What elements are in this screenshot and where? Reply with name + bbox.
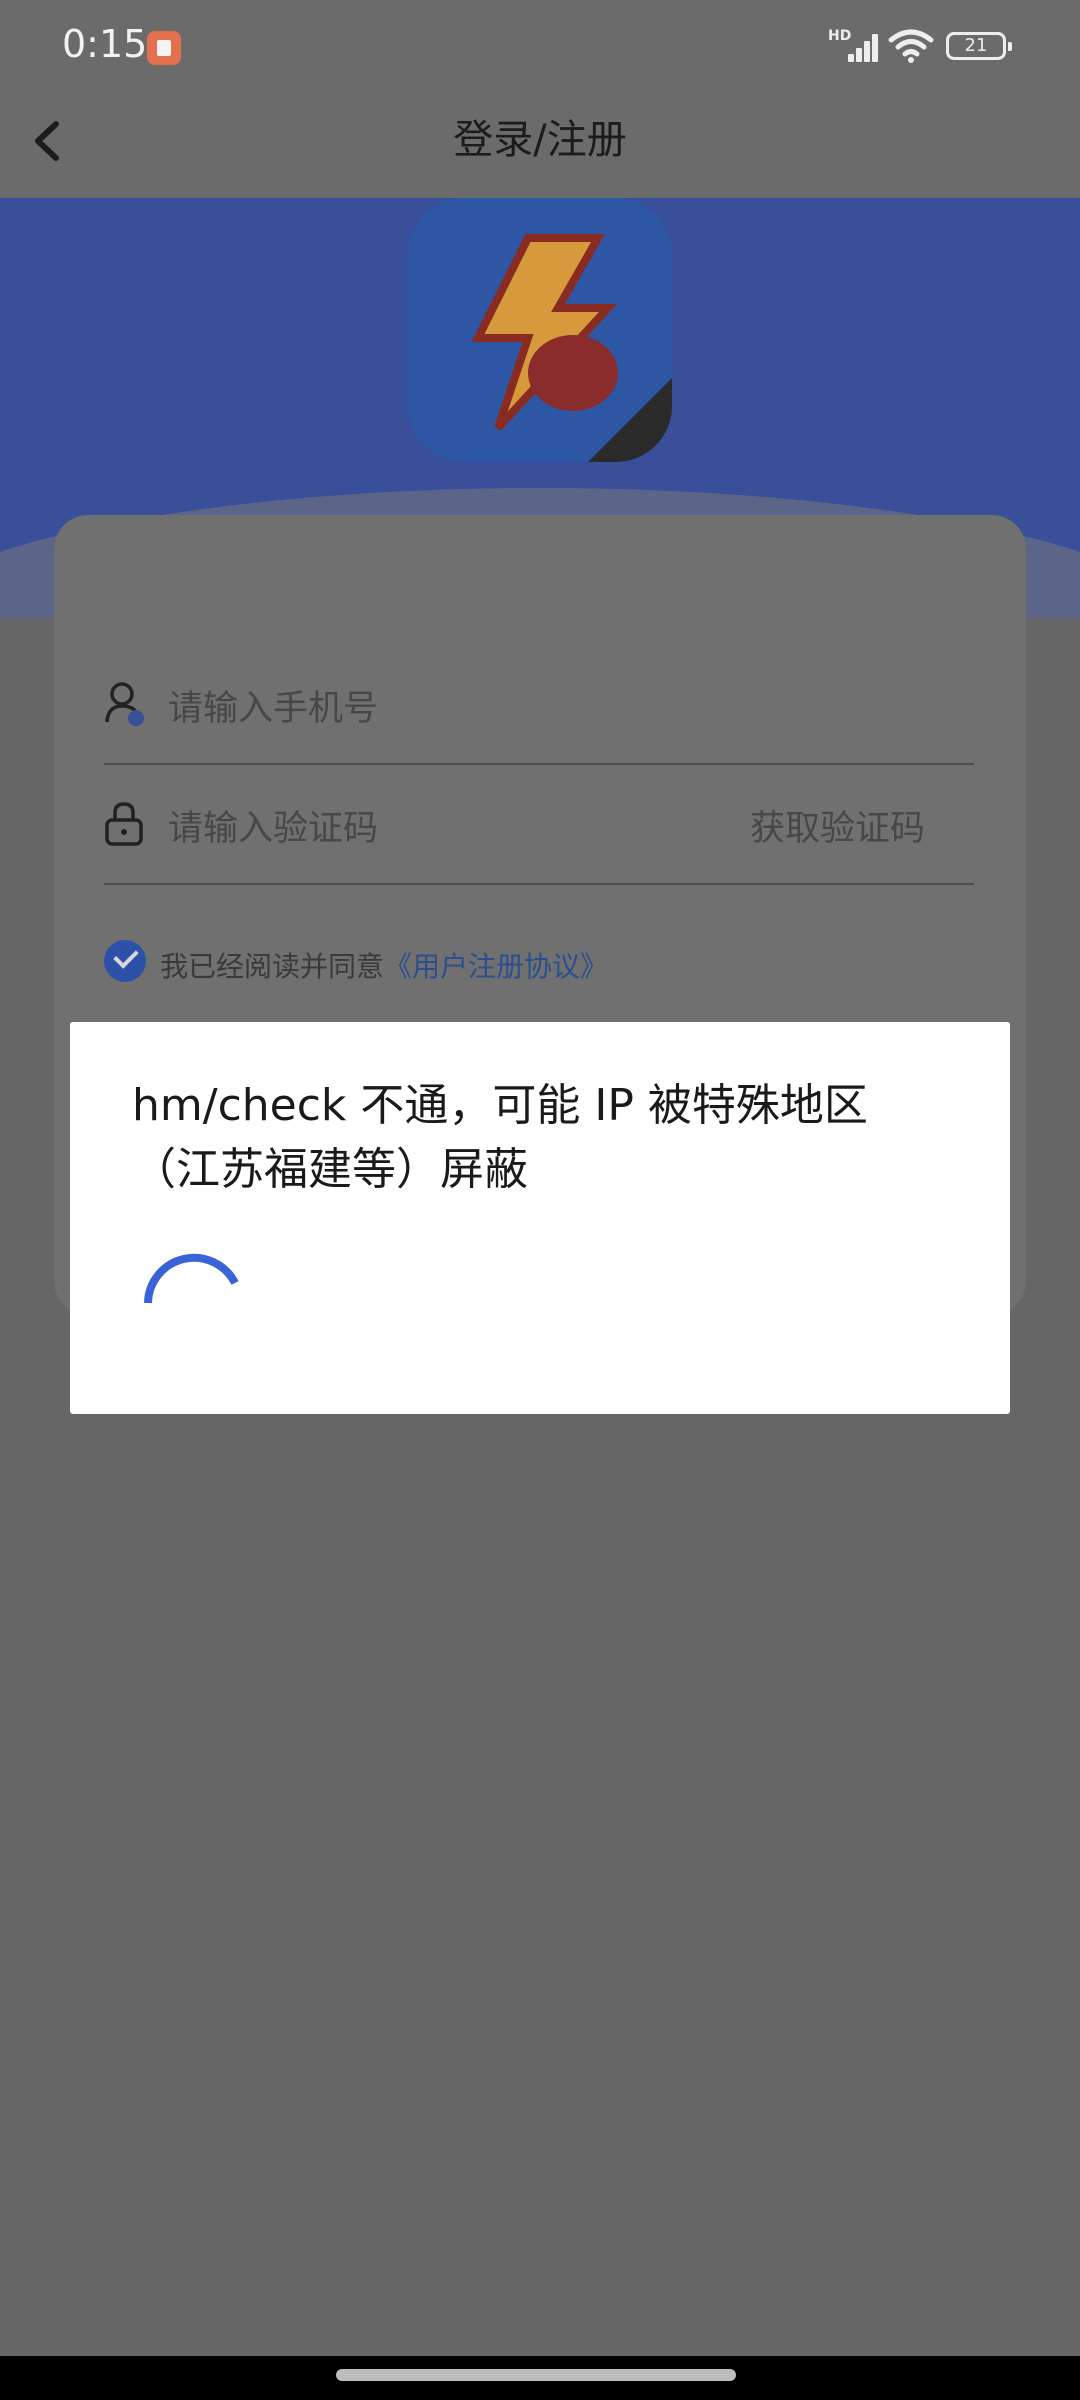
dialog-message: hm/check 不通，可能 IP 被特殊地区（江苏福建等）屏蔽 [132,1080,868,1195]
battery-level: 21 [964,35,988,56]
agreement-text: 我已经阅读并同意《用户注册协议》 [160,945,608,985]
app-logo [408,198,672,462]
notification-app-icon [147,31,181,65]
alert-dialog: hm/check 不通，可能 IP 被特殊地区（江苏福建等）屏蔽 [70,1022,1010,1414]
page-title: 登录/注册 [453,117,627,163]
agreement-prefix: 我已经阅读并同意 [160,950,385,983]
phone-divider [104,763,974,765]
status-time: 0:15 [62,22,148,66]
code-divider [104,883,974,885]
home-indicator[interactable] [336,2369,736,2381]
lock-icon [105,802,143,846]
phone-input[interactable]: 请输入手机号 [168,680,378,731]
battery-icon: 21 [946,32,1012,60]
signal-icon [836,32,878,62]
user-agreement-link[interactable]: 《用户注册协议》 [384,950,608,983]
loading-spinner-icon [144,1253,239,1304]
user-icon [105,682,144,726]
wifi-icon [888,29,934,63]
agreement-checkbox[interactable] [104,940,146,982]
get-code-button[interactable]: 获取验证码 [750,800,925,851]
lightning-bolt-icon [408,198,672,462]
code-input[interactable]: 请输入验证码 [168,800,378,851]
